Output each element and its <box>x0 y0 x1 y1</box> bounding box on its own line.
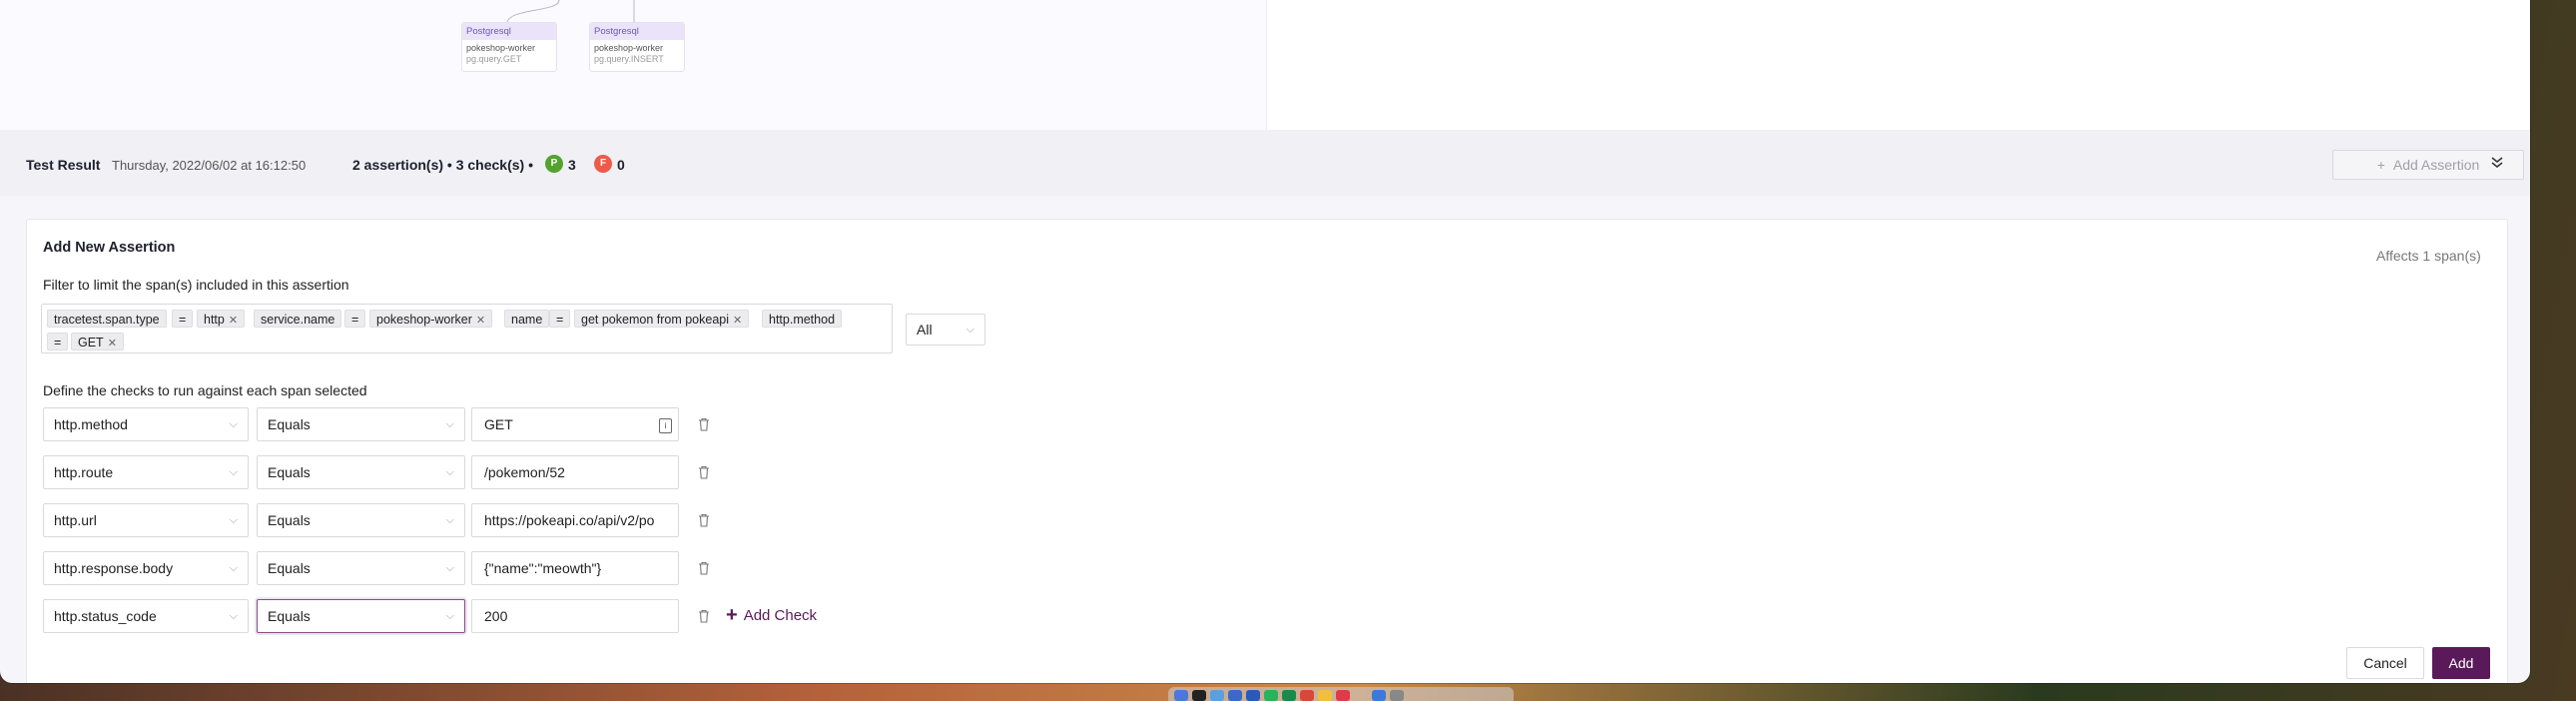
filter-tag-operator: = <box>172 310 194 328</box>
diagram-node-postgres-get[interactable]: Postgresql pokeshop-worker pg.query.GET <box>461 22 557 72</box>
dock-app-icon[interactable] <box>1372 690 1386 701</box>
delete-check-icon[interactable] <box>698 513 710 527</box>
check-value-input[interactable]: GET i <box>471 407 679 441</box>
filter-tag-key[interactable]: http.method <box>762 310 843 328</box>
check-value-input[interactable]: {"name":"meowth"} <box>471 551 679 585</box>
node-operation: pg.query.INSERT <box>594 54 664 64</box>
chevron-down-icon: ⌵ <box>445 465 454 478</box>
test-result-date: Thursday, 2022/06/02 at 16:12:50 <box>112 158 307 173</box>
check-attribute-select[interactable]: http.response.body ⌵ <box>43 551 249 585</box>
selector-mode-value: All <box>917 322 933 338</box>
pass-count: 3 <box>568 157 576 173</box>
macos-dock <box>1168 687 1514 701</box>
editor-icon: i <box>659 418 672 433</box>
app-window: Postgresql pokeshop-worker pg.query.GET … <box>0 0 2530 683</box>
test-result-title: Test Result <box>26 157 101 173</box>
plus-icon: + <box>726 604 738 626</box>
delete-check-icon[interactable] <box>698 561 710 575</box>
trace-diagram: Postgresql pokeshop-worker pg.query.GET … <box>0 0 1266 130</box>
dock-app-icon[interactable] <box>1318 690 1332 701</box>
dock-app-icon[interactable] <box>1390 690 1404 701</box>
cancel-button[interactable]: Cancel <box>2346 647 2424 679</box>
plus-icon: + <box>2376 157 2385 173</box>
delete-check-icon[interactable] <box>698 417 710 431</box>
filter-tag-operator: = <box>549 310 571 328</box>
dock-app-icon[interactable] <box>1336 690 1350 701</box>
fail-count: 0 <box>617 157 625 173</box>
add-assertion-label: Add Assertion <box>2392 157 2480 173</box>
add-check-label: Add Check <box>743 607 818 624</box>
filter-tag-value[interactable]: get pokemon from pokeapi ✕ <box>574 310 750 328</box>
add-check-button[interactable]: + Add Check <box>726 604 817 627</box>
node-type: Postgresql <box>462 23 556 40</box>
check-comparator-select[interactable]: Equals ⌵ <box>257 455 465 489</box>
filter-tag-key[interactable]: service.name <box>254 310 342 328</box>
filter-tag-operator: = <box>47 333 69 350</box>
filter-tag-value[interactable]: http ✕ <box>197 310 246 328</box>
span-detail-panel <box>1266 0 2530 130</box>
check-comparator-select[interactable]: Equals ⌵ <box>257 407 465 441</box>
checks-label: Define the checks to run against each sp… <box>43 382 367 398</box>
check-attribute-select[interactable]: http.status_code ⌵ <box>43 599 249 633</box>
filter-tag-operator: = <box>344 310 366 328</box>
node-operation: pg.query.GET <box>466 54 522 64</box>
remove-tag-icon: ✕ <box>107 338 117 350</box>
check-value-input[interactable]: https://pokeapi.co/api/v2/po <box>471 503 679 537</box>
node-service: pokeshop-worker <box>466 43 536 53</box>
chevron-down-icon: ⌵ <box>445 561 454 574</box>
add-button[interactable]: Add <box>2432 647 2490 679</box>
chevron-down-icon: ⌵ <box>966 323 974 336</box>
collapse-chevron-icon[interactable] <box>2490 155 2504 174</box>
form-title: Add New Assertion <box>43 240 176 256</box>
check-comparator-select[interactable]: Equals ⌵ <box>257 551 465 585</box>
remove-tag-icon: ✕ <box>228 315 239 327</box>
assertion-summary: 2 assertion(s) • 3 check(s) • <box>352 157 533 173</box>
chevron-down-icon: ⌵ <box>445 513 454 526</box>
delete-check-icon[interactable] <box>698 465 710 479</box>
dock-app-icon[interactable] <box>1282 690 1296 701</box>
affected-spans-count: Affects 1 span(s) <box>2376 248 2481 264</box>
dock-app-icon[interactable] <box>1246 690 1260 701</box>
fail-badge: F <box>594 155 612 173</box>
node-type: Postgresql <box>590 23 684 40</box>
filter-tag-key[interactable]: tracetest.span.type <box>47 310 167 328</box>
chevron-down-icon: ⌵ <box>445 417 454 430</box>
filter-tag-key[interactable]: name <box>504 310 550 328</box>
check-comparator-select[interactable]: Equals ⌵ <box>257 599 465 633</box>
dock-app-icon[interactable] <box>1174 690 1188 701</box>
filter-label: Filter to limit the span(s) included in … <box>43 277 349 293</box>
selector-mode-select[interactable]: All ⌵ <box>906 314 985 346</box>
chevron-down-icon: ⌵ <box>229 465 238 478</box>
chevron-down-icon: ⌵ <box>229 417 238 430</box>
node-service: pokeshop-worker <box>594 43 664 53</box>
check-attribute-select[interactable]: http.route ⌵ <box>43 455 249 489</box>
dock-app-icon[interactable] <box>1300 690 1314 701</box>
chevron-down-icon: ⌵ <box>229 609 238 622</box>
dock-app-icon[interactable] <box>1210 690 1224 701</box>
check-attribute-select[interactable]: http.method ⌵ <box>43 407 249 441</box>
dock-app-icon[interactable] <box>1264 690 1278 701</box>
dock-app-icon[interactable] <box>1192 690 1206 701</box>
chevron-down-icon: ⌵ <box>445 609 454 622</box>
dock-app-icon[interactable] <box>1228 690 1242 701</box>
remove-tag-icon: ✕ <box>733 315 743 327</box>
check-value-input[interactable]: 200 <box>471 599 679 633</box>
filter-tag-value[interactable]: GET ✕ <box>71 333 124 350</box>
check-value-input[interactable]: /pokemon/52 <box>471 455 679 489</box>
filter-tag-value[interactable]: pokeshop-worker ✕ <box>369 310 493 328</box>
diagram-node-postgres-insert[interactable]: Postgresql pokeshop-worker pg.query.INSE… <box>589 22 685 72</box>
delete-check-icon[interactable] <box>698 609 710 623</box>
check-comparator-select[interactable]: Equals ⌵ <box>257 503 465 537</box>
chevron-down-icon: ⌵ <box>229 561 238 574</box>
pass-badge: P <box>545 155 563 173</box>
chevron-down-icon: ⌵ <box>229 513 238 526</box>
check-attribute-select[interactable]: http.url ⌵ <box>43 503 249 537</box>
remove-tag-icon: ✕ <box>475 315 486 327</box>
